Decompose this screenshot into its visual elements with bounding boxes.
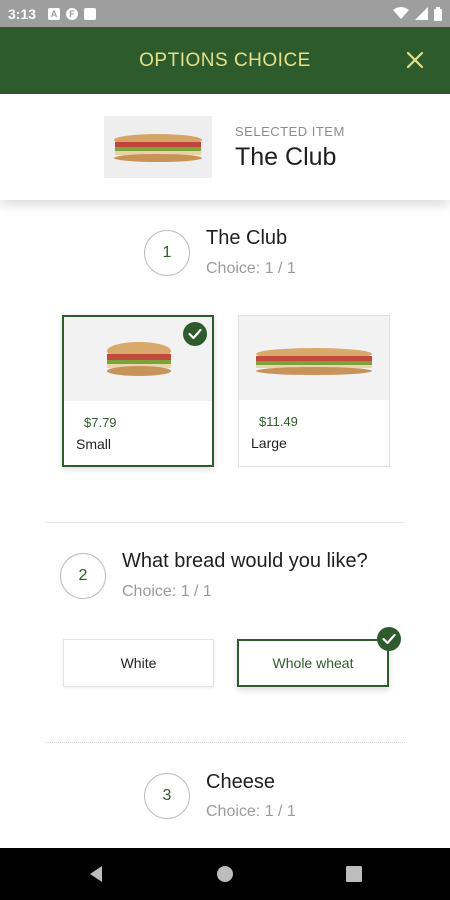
section-divider <box>45 742 405 743</box>
size-option-large[interactable]: $11.49 Large <box>238 315 390 467</box>
close-icon <box>406 51 424 69</box>
step-1-title: The Club <box>206 227 288 249</box>
status-time: 3:13 <box>8 5 37 22</box>
status-bar: 3:13 A F <box>0 0 450 27</box>
close-button[interactable] <box>402 47 428 73</box>
system-nav-bar <box>0 848 450 900</box>
selected-item-label: SELECTED ITEM <box>235 124 345 139</box>
step-2-title: What bread would you like? <box>122 550 368 572</box>
size-option-small-price: $7.79 <box>84 415 117 430</box>
battery-icon <box>434 6 442 21</box>
step-2-choice-count: Choice: 1 / 1 <box>122 583 212 600</box>
recents-button[interactable] <box>342 862 366 886</box>
size-option-large-image <box>239 316 389 400</box>
back-icon <box>90 866 102 882</box>
step-1-choice-count: Choice: 1 / 1 <box>206 260 296 277</box>
size-option-large-label: Large <box>251 435 287 451</box>
home-icon <box>217 866 233 882</box>
selected-item-image <box>104 116 212 178</box>
step-3-number: 3 <box>144 773 190 819</box>
selected-item-card: SELECTED ITEM The Club <box>0 94 450 200</box>
step-3-title: Cheese <box>206 771 275 793</box>
bread-option-whole-wheat[interactable]: Whole wheat <box>237 639 389 687</box>
size-option-large-price: $11.49 <box>259 414 298 429</box>
back-button[interactable] <box>84 862 108 886</box>
selected-item-name: The Club <box>235 143 337 171</box>
check-icon <box>183 322 207 346</box>
bread-option-white[interactable]: White <box>63 639 214 687</box>
check-icon <box>377 627 401 651</box>
app-header: OPTIONS CHOICE <box>0 27 450 94</box>
notification-icon-a: A <box>48 7 61 20</box>
sd-card-icon <box>84 7 97 20</box>
step-1-number: 1 <box>144 230 190 276</box>
wifi-icon <box>393 7 409 19</box>
step-3-choice-count: Choice: 1 / 1 <box>206 803 296 820</box>
signal-icon <box>415 7 428 20</box>
header-title: OPTIONS CHOICE <box>139 49 311 71</box>
home-button[interactable] <box>213 862 237 886</box>
section-divider <box>45 522 405 523</box>
recents-icon <box>346 866 362 882</box>
step-2-number: 2 <box>60 553 106 599</box>
size-option-small-label: Small <box>76 436 112 452</box>
notification-icon-f: F <box>66 7 79 20</box>
